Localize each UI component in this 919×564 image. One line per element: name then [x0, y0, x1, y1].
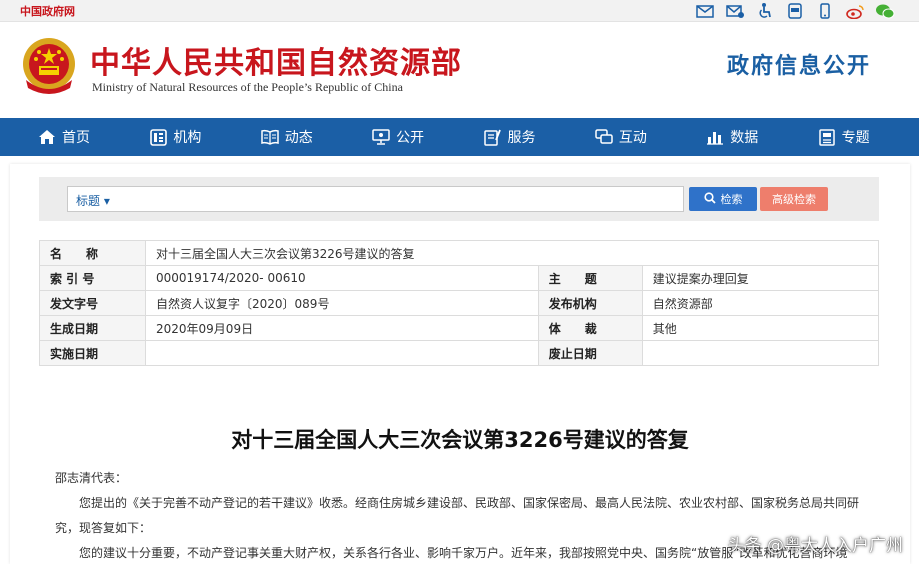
table-row: 索 引 号 000019174/2020- 00610 主 题 建议提案办理回复	[39, 265, 880, 291]
service-icon	[484, 128, 502, 146]
effective-label: 实施日期	[39, 340, 146, 366]
org-icon	[149, 128, 167, 146]
search-field: 标题 ▾	[67, 186, 684, 212]
repeal-label: 废止日期	[537, 340, 643, 366]
subject-label: 主 题	[537, 265, 643, 291]
search-panel: 标题 ▾ 检索 高级检索	[39, 177, 879, 221]
top-utility-bar: 中国政府网	[0, 0, 919, 22]
paragraph-1: 您提出的《关于完善不动产登记的若干建议》收悉。经商住房城乡建设部、民政部、国家保…	[79, 496, 860, 510]
search-button-label: 检索	[720, 193, 743, 206]
search-category-dropdown[interactable]: 标题 ▾	[76, 192, 110, 209]
salutation: 邵志清代表：	[55, 471, 128, 485]
app-icon[interactable]	[785, 3, 805, 19]
table-row: 发文字号 自然资人议复字〔2020〕089号 发布机构 自然资源部	[39, 290, 880, 316]
document-info-table: 名 称 对十三届全国人大三次会议第3226号建议的答复 索 引 号 000019…	[39, 240, 880, 366]
date-value: 2020年09月09日	[145, 315, 539, 341]
mail-icon[interactable]	[695, 3, 715, 19]
search-category-label: 标题	[76, 194, 101, 208]
nav-item-data[interactable]: 数据	[696, 118, 807, 156]
repeal-value	[641, 340, 880, 366]
monitor-icon	[372, 128, 390, 146]
publisher-label: 发布机构	[537, 290, 643, 316]
name-label: 名 称	[39, 240, 146, 266]
main-nav: 首页 机构 动态 公开 服务 互动 数据 专题	[0, 118, 919, 156]
nav-item-org[interactable]: 机构	[139, 118, 250, 156]
nav-label: 服务	[507, 130, 536, 146]
nav-label: 互动	[618, 130, 647, 146]
topic-icon	[818, 128, 836, 146]
table-row: 实施日期 废止日期	[39, 340, 880, 366]
nav-item-service[interactable]: 服务	[474, 118, 585, 156]
table-row: 名 称 对十三届全国人大三次会议第3226号建议的答复	[39, 240, 879, 266]
index-label: 索 引 号	[39, 265, 146, 291]
search-input[interactable]	[128, 189, 678, 209]
nav-item-topic[interactable]: 专题	[808, 118, 919, 156]
nav-item-interact[interactable]: 互动	[585, 118, 696, 156]
index-value: 000019174/2020- 00610	[145, 265, 539, 291]
chart-icon	[706, 128, 724, 146]
weibo-icon[interactable]	[845, 3, 865, 19]
publisher-value: 自然资源部	[641, 290, 880, 316]
genre-value: 其他	[641, 315, 880, 341]
caret-down-icon: ▾	[103, 194, 110, 208]
chat-icon	[595, 128, 613, 146]
watermark: 头条 @粤大人入户广州	[727, 536, 903, 556]
nav-item-news[interactable]: 动态	[251, 118, 362, 156]
search-icon	[703, 191, 716, 207]
gov-portal-link[interactable]: 中国政府网	[20, 3, 75, 19]
nav-label: 专题	[841, 130, 870, 146]
date-label: 生成日期	[39, 315, 146, 341]
subject-value: 建议提案办理回复	[641, 265, 880, 291]
site-title-cn: 中华人民共和国自然资源部	[90, 46, 462, 81]
accessibility-icon[interactable]	[755, 3, 775, 19]
nav-item-public[interactable]: 公开	[362, 118, 473, 156]
top-icon-group	[695, 2, 895, 20]
nav-item-home[interactable]: 首页	[28, 118, 139, 156]
nav-label: 机构	[173, 130, 202, 146]
site-header: 中华人民共和国自然资源部 Ministry of Natural Resourc…	[0, 22, 919, 118]
site-title-en: Ministry of Natural Resources of the Peo…	[92, 80, 403, 94]
table-row: 生成日期 2020年09月09日 体 裁 其他	[39, 315, 880, 341]
national-emblem-icon[interactable]	[20, 36, 78, 98]
wechat-icon[interactable]	[875, 3, 895, 19]
name-value: 对十三届全国人大三次会议第3226号建议的答复	[145, 240, 879, 266]
nav-label: 公开	[396, 130, 425, 146]
nav-label: 动态	[284, 130, 313, 146]
gov-info-title[interactable]: 政府信息公开	[727, 48, 871, 80]
search-button[interactable]: 检索	[689, 187, 757, 211]
genre-label: 体 裁	[537, 315, 643, 341]
home-icon	[38, 128, 56, 146]
mobile-icon[interactable]	[815, 3, 835, 19]
nav-label: 首页	[62, 130, 90, 146]
content-panel: 标题 ▾ 检索 高级检索 名 称 对十三届全国人大三次会议第3226号建议的答复…	[10, 164, 910, 564]
book-icon	[261, 128, 279, 146]
effective-value	[145, 340, 539, 366]
docno-label: 发文字号	[39, 290, 146, 316]
docno-value: 自然资人议复字〔2020〕089号	[145, 290, 539, 316]
email-alt-icon[interactable]	[725, 3, 745, 19]
nav-label: 数据	[730, 130, 759, 146]
document-title: 对十三届全国人大三次会议第3226号建议的答复	[231, 428, 689, 452]
advanced-search-button[interactable]: 高级检索	[760, 187, 828, 211]
